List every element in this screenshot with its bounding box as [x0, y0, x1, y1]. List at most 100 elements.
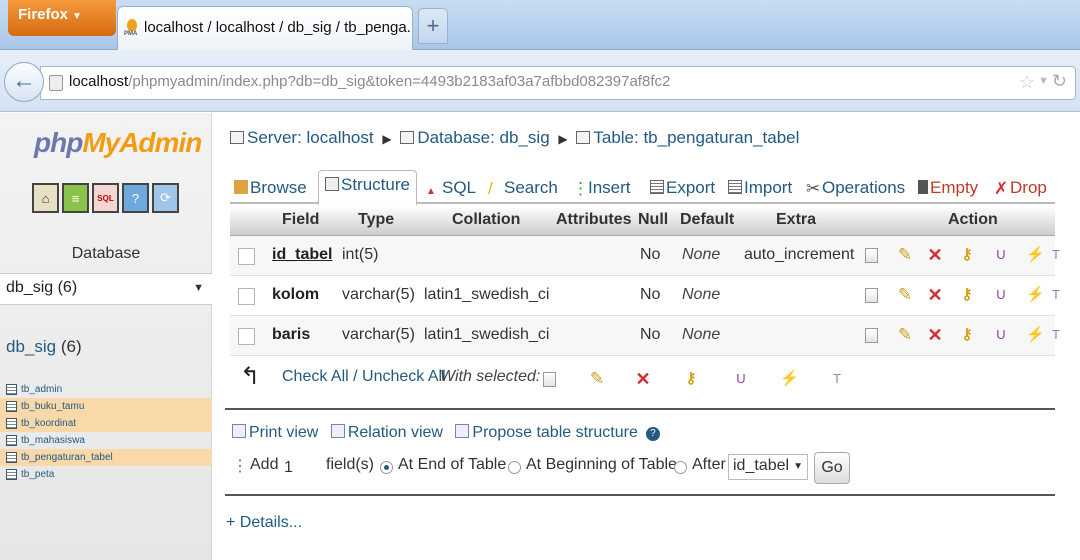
tab-drop[interactable]: ✗ Drop [994, 172, 1047, 204]
breadcrumb-table[interactable]: Table: tb_pengaturan_tabel [593, 128, 799, 147]
col-type: Type [358, 211, 395, 228]
back-button[interactable]: ← [4, 62, 44, 102]
table-list-item[interactable]: tb_koordinat [0, 415, 212, 432]
tab-export[interactable]: Export [650, 172, 715, 204]
bulk-browse-icon[interactable] [540, 370, 558, 388]
reload-navigation-icon[interactable]: ⟳ [152, 183, 179, 213]
table-count: (6) [60, 337, 82, 356]
index-icon[interactable]: ⚡ [1026, 286, 1045, 304]
browse-icon [234, 180, 248, 194]
edit-pencil-icon[interactable]: ✎ [896, 286, 914, 304]
home-icon[interactable]: ⌂ [32, 183, 59, 213]
browse-distinct-icon[interactable] [862, 246, 880, 264]
field-type: int(5) [342, 246, 379, 263]
fulltext-icon[interactable]: T [1052, 246, 1060, 264]
after-label: After [692, 456, 726, 473]
browse-distinct-icon[interactable] [862, 326, 880, 344]
print-icon [232, 424, 246, 438]
at-end-radio[interactable] [380, 461, 393, 474]
row-checkbox[interactable] [238, 288, 255, 305]
tab-label: Insert [588, 178, 631, 197]
tab-insert[interactable]: ⋮Insert [572, 172, 631, 204]
col-field: Field [282, 211, 320, 228]
browser-tab[interactable]: PMA localhost / localhost / db_sig / tb_… [117, 6, 413, 50]
propose-structure-link[interactable]: Propose table structure [455, 424, 638, 441]
unique-icon[interactable]: U [992, 286, 1010, 304]
breadcrumb-server[interactable]: Server: localhost [247, 128, 374, 147]
edit-pencil-icon[interactable]: ✎ [896, 246, 914, 264]
phpmyadmin-logo[interactable]: phpMyAdmin [34, 127, 202, 159]
bulk-drop-x-icon[interactable]: ✕ [634, 370, 652, 388]
index-icon[interactable]: ⚡ [1026, 326, 1045, 344]
tab-sql[interactable]: ▲ SQL [426, 172, 476, 204]
unique-icon[interactable]: U [992, 326, 1010, 344]
details-link[interactable]: + Details... [226, 514, 302, 532]
reload-icon[interactable]: ↻ [1052, 71, 1067, 92]
bookmark-star-icon[interactable]: ☆ [1019, 72, 1035, 93]
add-field-count-input[interactable] [284, 456, 320, 480]
field-default: None [682, 326, 721, 343]
fulltext-icon[interactable]: T [1052, 326, 1060, 344]
primary-key-icon[interactable]: ⚷ [958, 326, 976, 344]
bulk-index-icon[interactable]: ⚡ [780, 370, 799, 388]
drop-x-icon[interactable]: ✕ [926, 246, 944, 264]
table-list-item[interactable]: tb_admin [0, 381, 212, 398]
browser-tab-bar: Firefox ▼ PMA localhost / localhost / db_… [0, 0, 1080, 50]
chevron-down-icon: ▼ [193, 282, 204, 294]
chevron-down-icon: ▼ [793, 461, 803, 472]
tab-operations[interactable]: ✂ Operations [806, 172, 905, 204]
bulk-primary-key-icon[interactable]: ⚷ [682, 370, 700, 388]
pma-favicon-icon: PMA [124, 19, 140, 37]
documentation-icon[interactable]: ? [122, 183, 149, 213]
tab-label: Empty [930, 178, 979, 197]
breadcrumb-database[interactable]: Database: db_sig [417, 128, 549, 147]
table-list-item[interactable]: tb_mahasiswa [0, 432, 212, 449]
table-tabs: Browse Structure ▲ SQL / Search ⋮Insert Ex… [230, 168, 1055, 206]
relation-view-link[interactable]: Relation view [330, 424, 443, 441]
row-checkbox[interactable] [238, 248, 255, 265]
database-select[interactable]: db_sig (6) ▼ [0, 273, 212, 305]
edit-pencil-icon[interactable]: ✎ [896, 326, 914, 344]
row-checkbox[interactable] [238, 328, 255, 345]
table-icon [576, 131, 591, 144]
help-icon[interactable]: ? [645, 427, 660, 441]
new-tab-button[interactable]: + [418, 8, 448, 44]
primary-key-icon[interactable]: ⚷ [958, 246, 976, 264]
tab-browse[interactable]: Browse [234, 172, 307, 204]
drop-x-icon[interactable]: ✕ [926, 286, 944, 304]
check-all-arrow-icon: ↰ [240, 363, 261, 390]
database-heading[interactable]: db_sig (6) [6, 337, 82, 357]
browse-distinct-icon[interactable] [862, 286, 880, 304]
primary-key-icon[interactable]: ⚷ [958, 286, 976, 304]
index-icon[interactable]: ⚡ [1026, 246, 1045, 264]
after-radio[interactable] [674, 461, 687, 474]
tab-structure[interactable]: Structure [318, 170, 417, 206]
sql-query-icon[interactable]: SQL [92, 183, 119, 213]
table-list-item[interactable]: tb_peta [0, 466, 212, 483]
table-list-item-selected[interactable]: tb_pengaturan_tabel [0, 449, 212, 466]
address-bar[interactable]: localhost/phpmyadmin/index.php?db=db_sig… [40, 66, 1076, 100]
go-button[interactable]: Go [814, 452, 850, 484]
database-icon[interactable]: ≡ [62, 183, 89, 213]
logo-php: php [34, 127, 83, 158]
fulltext-icon[interactable]: T [1052, 286, 1060, 304]
table-list-item[interactable]: tb_buku_tamu [0, 398, 212, 415]
search-icon: / [488, 179, 493, 198]
bulk-unique-icon[interactable]: U [732, 370, 750, 388]
check-all-link[interactable]: Check All / Uncheck All [282, 368, 446, 386]
history-dropdown-icon[interactable]: ▼ [1038, 75, 1049, 87]
tab-search[interactable]: / Search [488, 172, 558, 204]
bulk-edit-pencil-icon[interactable]: ✎ [588, 370, 606, 388]
at-beginning-radio[interactable] [508, 461, 521, 474]
print-view-link[interactable]: Print view [232, 424, 318, 441]
col-extra: Extra [776, 211, 817, 228]
tab-label: Operations [822, 178, 906, 197]
relation-icon [330, 424, 345, 438]
bulk-fulltext-icon[interactable]: T [828, 370, 846, 388]
tab-empty[interactable]: Empty [918, 172, 978, 204]
after-field-select[interactable]: id_tabel ▼ [728, 454, 808, 480]
unique-icon[interactable]: U [992, 246, 1010, 264]
drop-x-icon[interactable]: ✕ [926, 326, 944, 344]
firefox-menu-button[interactable]: Firefox ▼ [8, 0, 116, 36]
tab-import[interactable]: Import [728, 172, 792, 204]
